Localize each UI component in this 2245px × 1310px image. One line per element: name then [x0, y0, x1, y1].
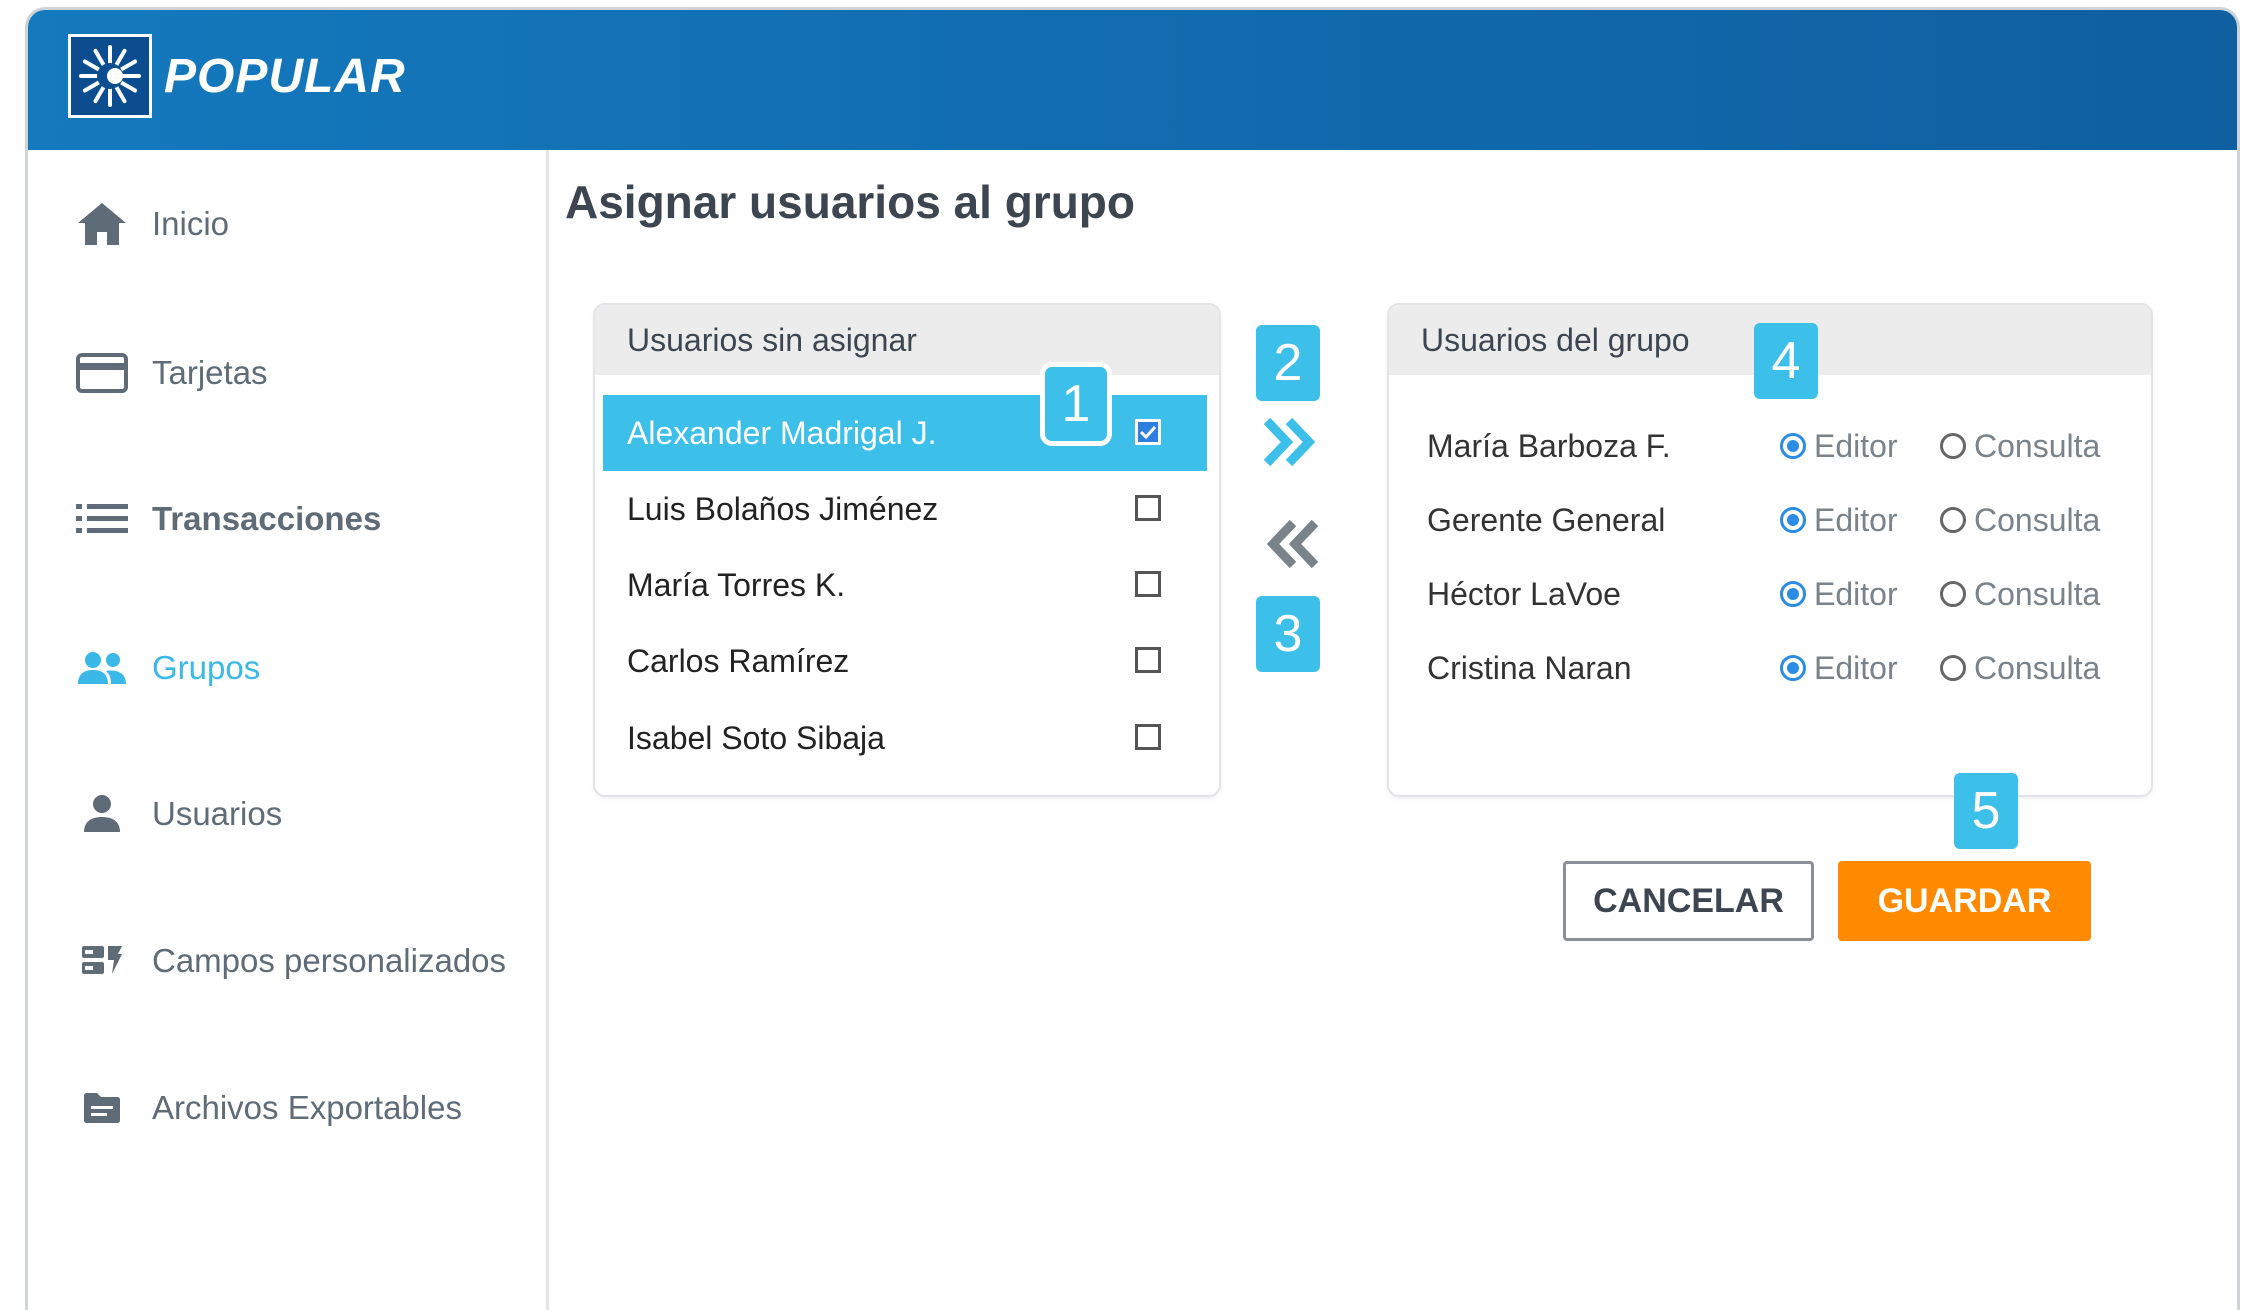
- double-chevron-right-icon: [1263, 417, 1316, 467]
- radio-unchecked-icon: [1940, 581, 1966, 607]
- user-name: Alexander Madrigal J.: [627, 414, 937, 451]
- person-icon: [72, 784, 132, 844]
- user-name: Luis Bolaños Jiménez: [627, 490, 939, 527]
- sidebar-item-campos-personalizados[interactable]: Campos personalizados: [28, 931, 506, 991]
- role-editor-radio[interactable]: Editor: [1780, 576, 1898, 613]
- list-item-member: Cristina Naran Editor Consulta: [1427, 643, 2127, 693]
- role-consulta-radio[interactable]: Consulta: [1940, 502, 2100, 539]
- custom-fields-icon: [72, 931, 132, 991]
- sidebar-item-label: Tarjetas: [152, 354, 268, 391]
- list-item-user[interactable]: Alexander Madrigal J.: [603, 395, 1207, 471]
- list-icon: [72, 489, 132, 549]
- member-name: María Barboza F.: [1427, 427, 1671, 464]
- user-checkbox[interactable]: [1135, 724, 1161, 750]
- user-name: Isabel Soto Sibaja: [627, 719, 885, 756]
- user-checkbox[interactable]: [1135, 571, 1161, 597]
- sidebar: Inicio Tarjetas Transacciones Grupos Usu…: [28, 150, 549, 1310]
- step-badge-2: 2: [1256, 325, 1320, 401]
- move-left-button[interactable]: [1261, 514, 1321, 574]
- list-item-user[interactable]: María Torres K.: [603, 547, 1207, 623]
- move-right-button[interactable]: [1261, 412, 1321, 472]
- brand-logo[interactable]: POPULAR: [68, 34, 406, 118]
- list-item-user[interactable]: Luis Bolaños Jiménez: [603, 471, 1207, 547]
- sidebar-item-grupos[interactable]: Grupos: [28, 638, 260, 698]
- member-name: Cristina Naran: [1427, 649, 1632, 686]
- radio-checked-icon: [1780, 507, 1806, 533]
- sidebar-item-label: Usuarios: [152, 795, 283, 832]
- top-bar: POPULAR: [28, 10, 2237, 150]
- user-checkbox[interactable]: [1135, 495, 1161, 521]
- brand-name: POPULAR: [164, 49, 406, 103]
- sun-rays-icon: [68, 34, 152, 118]
- sidebar-item-label: Grupos: [152, 649, 261, 686]
- page-title: Asignar usuarios al grupo: [565, 176, 1135, 228]
- user-name: María Torres K.: [627, 566, 846, 603]
- radio-unchecked-icon: [1940, 507, 1966, 533]
- panel-header: Usuarios sin asignar: [595, 305, 1219, 375]
- user-name: Carlos Ramírez: [627, 642, 850, 679]
- double-chevron-left-icon: [1266, 519, 1319, 569]
- sidebar-item-label: Archivos Exportables: [152, 1089, 462, 1126]
- user-checkbox[interactable]: [1135, 647, 1161, 673]
- role-consulta-radio[interactable]: Consulta: [1940, 650, 2100, 687]
- member-name: Gerente General: [1427, 501, 1666, 538]
- sidebar-item-archivos-exportables[interactable]: Archivos Exportables: [28, 1078, 462, 1138]
- role-editor-radio[interactable]: Editor: [1780, 502, 1898, 539]
- radio-checked-icon: [1780, 581, 1806, 607]
- sidebar-item-label: Transacciones: [152, 500, 382, 537]
- step-badge-1: 1: [1040, 362, 1112, 446]
- radio-unchecked-icon: [1940, 433, 1966, 459]
- credit-card-icon: [72, 343, 132, 403]
- sidebar-item-usuarios[interactable]: Usuarios: [28, 784, 282, 844]
- role-consulta-radio[interactable]: Consulta: [1940, 576, 2100, 613]
- role-consulta-radio[interactable]: Consulta: [1940, 428, 2100, 465]
- sidebar-item-tarjetas[interactable]: Tarjetas: [28, 343, 268, 403]
- step-badge-4: 4: [1754, 323, 1818, 399]
- list-item-user[interactable]: Isabel Soto Sibaja: [603, 700, 1207, 776]
- role-editor-radio[interactable]: Editor: [1780, 428, 1898, 465]
- list-item-member: Héctor LaVoe Editor Consulta: [1427, 569, 2127, 619]
- sidebar-item-label: Inicio: [152, 205, 230, 242]
- role-editor-radio[interactable]: Editor: [1780, 650, 1898, 687]
- sidebar-item-label: Campos personalizados: [152, 942, 507, 979]
- member-name: Héctor LaVoe: [1427, 575, 1621, 612]
- step-badge-3: 3: [1256, 596, 1320, 672]
- list-item-member: Gerente General Editor Consulta: [1427, 495, 2127, 545]
- save-button[interactable]: GUARDAR: [1838, 861, 2091, 941]
- user-checkbox[interactable]: [1135, 419, 1161, 445]
- radio-checked-icon: [1780, 655, 1806, 681]
- cancel-button[interactable]: CANCELAR: [1563, 861, 1814, 941]
- sidebar-item-inicio[interactable]: Inicio: [28, 194, 229, 254]
- radio-checked-icon: [1780, 433, 1806, 459]
- step-badge-5: 5: [1954, 773, 2018, 849]
- folder-icon: [72, 1078, 132, 1138]
- sidebar-item-transacciones[interactable]: Transacciones: [28, 489, 381, 549]
- group-icon: [72, 638, 132, 698]
- radio-unchecked-icon: [1940, 655, 1966, 681]
- unassigned-users-panel: Usuarios sin asignar Alexander Madrigal …: [593, 303, 1221, 797]
- list-item-member: María Barboza F. Editor Consulta: [1427, 421, 2127, 471]
- home-icon: [72, 194, 132, 254]
- list-item-user[interactable]: Carlos Ramírez: [603, 623, 1207, 699]
